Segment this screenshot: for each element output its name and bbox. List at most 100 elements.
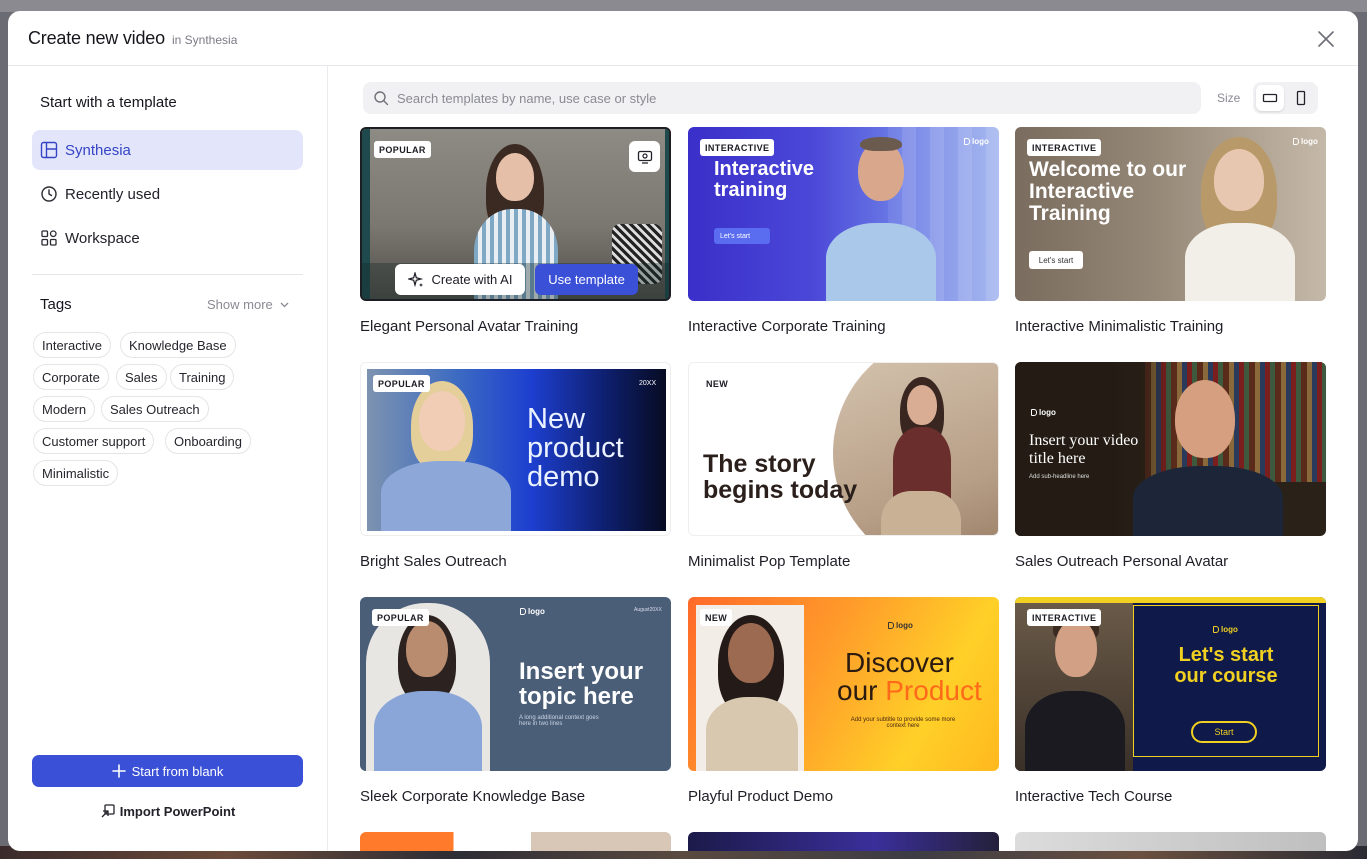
avatar-hair xyxy=(860,137,902,151)
tag-minimalistic[interactable]: Minimalistic xyxy=(33,460,119,486)
template-card-minimalist-pop[interactable]: NEW The story begins today Minimalist Po… xyxy=(688,362,999,570)
tag-customer-support[interactable]: Customer support xyxy=(33,428,155,454)
thumbnail-logo: logo xyxy=(1293,137,1318,146)
landscape-size-button[interactable] xyxy=(1256,85,1284,111)
portrait-size-button[interactable] xyxy=(1287,85,1315,111)
template-card-interactive-corporate[interactable]: INTERACTIVE Interactive training Let's s… xyxy=(688,127,999,335)
thumbnail-headline: Insert your topic here xyxy=(519,658,644,711)
template-thumbnail: NEW logo Discover our Product Add your s… xyxy=(688,597,999,771)
thumbnail-headline-line1: Discover xyxy=(845,647,954,678)
import-powerpoint-label: Import PowerPoint xyxy=(119,803,236,819)
avatar-body xyxy=(1133,466,1283,536)
preview-button[interactable] xyxy=(629,141,660,172)
search-input[interactable] xyxy=(397,90,1177,106)
avatar-head xyxy=(406,621,448,677)
avatar-head xyxy=(728,623,774,683)
template-card-partial[interactable] xyxy=(688,832,999,851)
tag-sales[interactable]: Sales xyxy=(116,364,167,390)
template-card-bright-sales-outreach[interactable]: POPULAR 20XX New product demo Bright Sal… xyxy=(360,362,671,570)
template-card-elegant-personal-avatar[interactable]: POPULAR Create with AI Use template Eleg… xyxy=(360,127,671,335)
start-from-blank-button[interactable]: Start from blank xyxy=(32,755,303,787)
thumbnail-headline-line2: our Product xyxy=(837,675,982,706)
size-label: Size xyxy=(1217,91,1241,105)
tag-modern[interactable]: Modern xyxy=(33,396,96,422)
plus-icon xyxy=(111,764,126,778)
tag-knowledge-base[interactable]: Knowledge Base xyxy=(120,332,236,358)
sidebar-section-title: Start with a template xyxy=(40,94,177,111)
tag-corporate[interactable]: Corporate xyxy=(33,364,109,390)
use-template-button[interactable]: Use template xyxy=(535,264,638,295)
thumbnail-logo: logo xyxy=(1031,408,1056,417)
template-title: Minimalist Pop Template xyxy=(688,553,851,570)
template-title: Interactive Corporate Training xyxy=(688,318,886,335)
thumbnail-subheadline: A long additional context goes here in t… xyxy=(519,715,599,727)
template-card-sleek-corporate[interactable]: POPULAR logo August20XX Insert your topi… xyxy=(360,597,671,805)
thumbnail-corner-text: 20XX xyxy=(639,380,657,387)
avatar-body xyxy=(381,461,511,531)
template-title: Elegant Personal Avatar Training xyxy=(360,318,579,335)
show-more-button[interactable]: Show more xyxy=(207,297,290,312)
tag-onboarding[interactable]: Onboarding xyxy=(165,428,251,454)
avatar-head xyxy=(907,385,937,425)
thumbnail-corner-text: August20XX xyxy=(634,607,662,613)
template-badge: INTERACTIVE xyxy=(700,139,775,156)
sidebar-item-recently-used[interactable]: Recently used xyxy=(32,174,303,214)
template-thumbnail: INTERACTIVE logo Let's start our course … xyxy=(1015,597,1326,771)
thumbnail-cta: Start xyxy=(1191,721,1257,743)
tag-training[interactable]: Training xyxy=(170,364,235,390)
template-icon xyxy=(40,141,58,159)
thumbnail-headline: New product demo xyxy=(527,403,624,493)
template-thumbnail: POPULAR 20XX New product demo xyxy=(360,362,671,536)
start-from-blank-label: Start from blank xyxy=(131,763,224,779)
template-card-partial[interactable] xyxy=(360,832,671,851)
template-badge: POPULAR xyxy=(374,141,431,158)
template-card-playful-product-demo[interactable]: NEW logo Discover our Product Add your s… xyxy=(688,597,999,805)
landscape-icon xyxy=(1262,93,1278,103)
import-powerpoint-button[interactable]: Import PowerPoint xyxy=(32,799,303,823)
avatar-body xyxy=(893,427,951,501)
preview-icon xyxy=(637,150,652,164)
tag-sales-outreach[interactable]: Sales Outreach xyxy=(101,396,209,422)
sidebar-item-label: Workspace xyxy=(65,229,140,247)
thumbnail-headline: Welcome to our Interactive Training xyxy=(1029,158,1187,226)
template-thumbnail: INTERACTIVE Interactive training Let's s… xyxy=(688,127,999,301)
sparkle-icon xyxy=(407,271,423,287)
close-icon xyxy=(1318,31,1334,47)
modal-title: Create new video xyxy=(28,28,165,48)
close-button[interactable] xyxy=(1314,27,1338,51)
template-thumbnail: POPULAR logo August20XX Insert your topi… xyxy=(360,597,671,771)
avatar-head xyxy=(419,391,465,451)
thumbnail-headline: Insert your video title here xyxy=(1029,432,1139,468)
template-title: Sleek Corporate Knowledge Base xyxy=(360,788,586,805)
search-icon xyxy=(374,91,389,106)
avatar-body xyxy=(374,691,482,771)
sidebar-item-synthesia[interactable]: Synthesia xyxy=(32,130,303,170)
template-thumbnail: NEW The story begins today xyxy=(688,362,999,536)
template-card-interactive-tech-course[interactable]: INTERACTIVE logo Let's start our course … xyxy=(1015,597,1326,805)
tag-interactive[interactable]: Interactive xyxy=(33,332,111,358)
template-card-partial[interactable] xyxy=(1015,832,1326,851)
create-with-ai-button[interactable]: Create with AI xyxy=(395,264,525,295)
avatar-body xyxy=(1185,223,1295,301)
avatar-head xyxy=(1214,149,1264,211)
clock-icon xyxy=(40,185,58,203)
grid-icon xyxy=(40,229,58,247)
thumbnail-logo: logo xyxy=(520,607,545,616)
template-thumbnail: INTERACTIVE Welcome to our Interactive T… xyxy=(1015,127,1326,301)
avatar-head xyxy=(1055,619,1097,677)
template-card-sales-outreach-avatar[interactable]: logo Insert your video title here Add su… xyxy=(1015,362,1326,570)
thumbnail-headline: Let's start our course xyxy=(1174,644,1278,687)
template-search-bar[interactable] xyxy=(363,82,1201,114)
template-title: Bright Sales Outreach xyxy=(360,553,507,570)
thumbnail-cta: Let's start xyxy=(1029,251,1083,269)
template-badge: POPULAR xyxy=(372,609,429,626)
thumbnail-subheadline: Add your subtitle to provide some more c… xyxy=(850,717,956,729)
thumbnail-subheadline: Add sub-headline here xyxy=(1029,474,1090,480)
tags-title: Tags xyxy=(40,296,72,313)
thumbnail-logo: logo xyxy=(888,621,913,630)
template-card-interactive-minimalistic[interactable]: INTERACTIVE Welcome to our Interactive T… xyxy=(1015,127,1326,335)
avatar-body xyxy=(706,697,798,771)
avatar-body xyxy=(826,223,936,301)
template-title: Interactive Minimalistic Training xyxy=(1015,318,1224,335)
sidebar-item-workspace[interactable]: Workspace xyxy=(32,218,303,258)
